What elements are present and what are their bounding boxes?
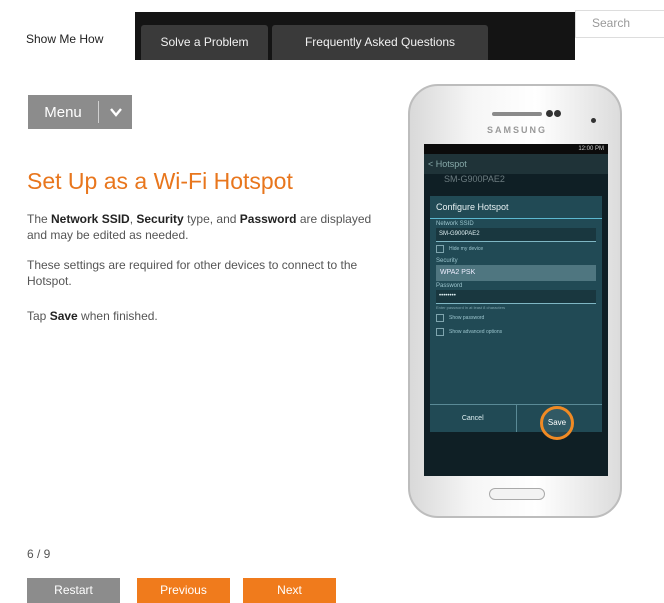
security-term: Security [136,212,184,226]
chevron-down-icon[interactable] [99,107,132,117]
configure-hotspot-dialog: Configure Hotspot Network SSID SM-G900PA… [430,196,602,432]
save-highlight: Save [540,406,574,440]
password-label: Password [436,283,463,289]
camera-icon [546,110,553,117]
advanced-options-checkbox: Show advanced options [430,325,602,339]
page: Show Me How Solve a Problem Frequently A… [0,0,664,603]
top-navigation: Show Me How Solve a Problem Frequently A… [0,0,664,60]
next-button[interactable]: Next [243,578,336,603]
phone-status-bar: 12:00 PM [424,144,608,154]
step-counter: 6 / 9 [27,547,51,561]
hide-device-checkbox: Hide my device [430,242,602,256]
checkbox-icon [436,328,444,336]
phone-image: SAMSUNG 12:00 PM < Hotspot SM-G900PAE2 C… [408,84,622,518]
menu-label: Menu [44,103,82,121]
dialog-cancel-button: Cancel [430,405,517,432]
instruction-paragraph-1: The Network SSID, Security type, and Pas… [27,212,372,242]
menu-button[interactable]: Menu [28,95,132,129]
dialog-title: Configure Hotspot [430,196,602,219]
checkbox-icon [436,314,444,322]
ssid-field: SM-G900PAE2 [436,228,596,242]
tab-faq[interactable]: Frequently Asked Questions [272,25,488,60]
search-input[interactable]: Search [575,10,664,38]
save-term: Save [49,309,78,323]
tab-solve-a-problem[interactable]: Solve a Problem [141,25,268,60]
search-area [575,38,664,60]
ssid-label: Network SSID [436,221,474,227]
dialog-buttons: Cancel [430,404,602,432]
restart-button[interactable]: Restart [27,578,120,603]
phone-screen: 12:00 PM < Hotspot SM-G900PAE2 Configure… [424,144,608,476]
checkbox-icon [436,245,444,253]
phone-action-bar: < Hotspot [424,154,608,174]
page-title: Set Up as a Wi-Fi Hotspot [27,168,293,194]
front-camera-icon [591,118,596,123]
earpiece [492,112,542,116]
password-term: Password [239,212,297,226]
phone-brand: SAMSUNG [486,125,547,135]
instruction-paragraph-2: These settings are required for other de… [27,258,358,288]
tab-show-me-how[interactable]: Show Me How [12,12,135,60]
sensor-icon [554,110,561,117]
phone-behind-item: SM-G900PAE2 [444,174,505,184]
previous-button[interactable]: Previous [137,578,230,603]
instruction-paragraph-3: Tap Save when finished. [27,309,158,323]
security-select: WPA2 PSK [436,265,596,281]
security-label: Security [436,258,458,264]
password-hint: Enter password in at least 8 characters [436,305,506,310]
network-ssid-term: Network SSID [51,212,130,226]
password-field: •••••••• [436,290,596,304]
home-button [489,488,545,500]
show-password-checkbox: Show password [430,311,602,325]
